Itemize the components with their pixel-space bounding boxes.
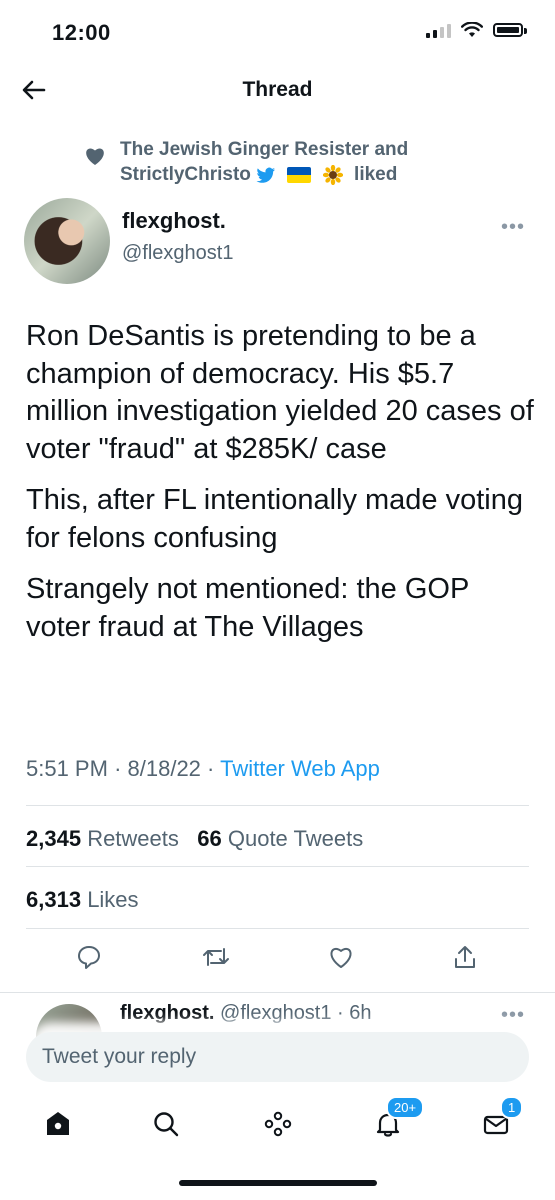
status-time: 12:00 — [52, 20, 111, 45]
page-title: Thread — [242, 78, 313, 101]
retweets-link[interactable]: 2,345 Retweets — [26, 826, 179, 851]
heart-outline-icon — [330, 948, 352, 968]
tab-search[interactable] — [146, 1104, 186, 1144]
next-tweet-author: flexghost. — [120, 1002, 215, 1024]
spaces-icon — [264, 1111, 292, 1137]
liked-by-suffix: liked — [354, 164, 398, 185]
tab-bar: 20+ 1 — [0, 1096, 555, 1156]
heart-icon — [86, 148, 104, 165]
author-handle[interactable]: @flexghost1 — [122, 242, 233, 265]
tweet-text: Ron DeSantis is pretending to be a champ… — [26, 318, 536, 660]
likes-label: Likes — [87, 887, 139, 912]
author-name[interactable]: flexghost. — [122, 208, 226, 234]
thread-divider — [0, 992, 555, 993]
share-button[interactable] — [448, 940, 482, 974]
notifications-badge: 20+ — [386, 1096, 425, 1119]
messages-badge: 1 — [500, 1096, 524, 1119]
tab-messages[interactable]: 1 — [476, 1096, 524, 1144]
divider — [26, 866, 529, 867]
more-options-icon[interactable]: ••• — [501, 1004, 525, 1027]
tab-home[interactable] — [38, 1104, 78, 1144]
battery-icon — [493, 23, 527, 37]
more-options-icon[interactable]: ••• — [501, 216, 525, 239]
home-indicator — [179, 1180, 377, 1186]
retweet-button[interactable] — [199, 940, 233, 974]
search-icon — [154, 1112, 179, 1137]
reply-icon — [78, 946, 100, 969]
quote-tweets-link[interactable]: 66 Quote Tweets — [197, 826, 363, 851]
tweet-paragraph: Strangely not mentioned: the GOP voter f… — [26, 573, 469, 643]
tweet-date: 8/18/22 — [127, 756, 201, 781]
divider — [26, 928, 529, 929]
like-button[interactable] — [324, 940, 358, 974]
home-icon — [47, 1112, 69, 1135]
quotes-count: 66 — [197, 826, 222, 851]
liked-by-name: StrictlyChristo — [120, 164, 251, 185]
tab-notifications[interactable]: 20+ — [368, 1096, 425, 1144]
avatar[interactable] — [24, 198, 110, 284]
liked-by-text[interactable]: The Jewish Ginger Resister and StrictlyC… — [120, 137, 520, 187]
liked-by-line-1: The Jewish Ginger Resister and — [120, 139, 409, 160]
next-tweet-header[interactable]: flexghost. @flexghost1 · 6h — [120, 1002, 372, 1025]
retweet-icon — [203, 948, 229, 966]
status-icons — [426, 22, 527, 38]
reply-button[interactable] — [72, 940, 106, 974]
quotes-label: Quote Tweets — [227, 826, 364, 851]
likes-count: 6,313 — [26, 887, 82, 912]
cellular-signal-icon — [426, 22, 451, 38]
tweet-time: 5:51 PM — [26, 756, 108, 781]
tweet-timestamp: 5:51 PM · 8/18/22 · Twitter Web App — [26, 756, 380, 781]
tweet-paragraph: Ron DeSantis is pretending to be a champ… — [26, 320, 534, 465]
retweets-count: 2,345 — [26, 826, 82, 851]
reply-input[interactable]: Tweet your reply — [26, 1032, 529, 1082]
tab-spaces[interactable] — [258, 1104, 298, 1144]
ukraine-flag-icon — [287, 166, 312, 183]
sunflower-icon — [322, 164, 343, 185]
share-icon — [455, 946, 475, 968]
tweet-source-link[interactable]: Twitter Web App — [220, 756, 380, 781]
divider — [26, 805, 529, 806]
retweets-label: Retweets — [87, 826, 179, 851]
next-tweet-meta: @flexghost1 · 6h — [220, 1002, 372, 1024]
retweet-stats: 2,345 Retweets 66 Quote Tweets — [26, 826, 363, 852]
tweet-actions — [26, 940, 529, 980]
liked-by-line-2: StrictlyChristo liked — [120, 162, 520, 187]
likes-link[interactable]: 6,313 Likes — [26, 887, 139, 913]
reply-placeholder: Tweet your reply — [42, 1045, 197, 1068]
tweet-paragraph: This, after FL intentionally made voting… — [26, 484, 524, 554]
bird-icon — [256, 167, 276, 183]
wifi-icon — [461, 22, 483, 37]
